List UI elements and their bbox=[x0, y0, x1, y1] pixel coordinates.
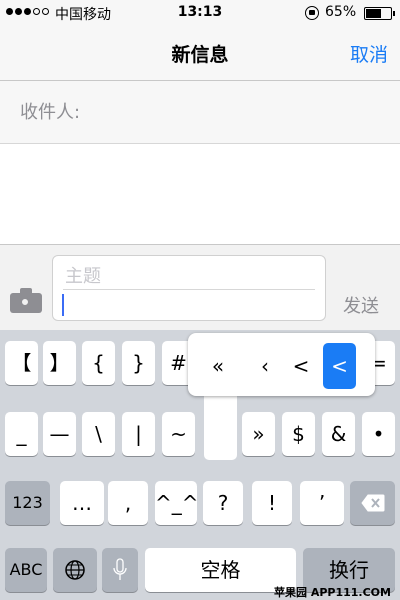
delete-key[interactable] bbox=[350, 481, 395, 525]
rotation-lock-icon bbox=[305, 6, 319, 20]
text-cursor bbox=[62, 294, 64, 316]
popup-stem bbox=[204, 392, 237, 460]
key-right-black-bracket[interactable]: 】 bbox=[43, 341, 76, 385]
key-left-brace[interactable]: { bbox=[82, 341, 115, 385]
microphone-icon bbox=[113, 558, 127, 580]
status-bar: 中国移动 13:13 65% bbox=[0, 0, 400, 28]
key-numbers-mode[interactable]: 123 bbox=[5, 481, 50, 525]
battery-percentage: 65% bbox=[325, 4, 357, 20]
recipient-field[interactable]: 收件人: bbox=[0, 81, 400, 143]
popup-option-selected[interactable]: < bbox=[323, 343, 356, 389]
popup-option-double-guillemet[interactable]: « bbox=[203, 343, 233, 389]
camera-icon[interactable] bbox=[10, 288, 42, 313]
popup-option-less-than[interactable]: < bbox=[286, 343, 316, 389]
dictation-key[interactable] bbox=[102, 548, 138, 592]
key-right-guillemet[interactable]: » bbox=[242, 412, 275, 456]
key-ellipsis[interactable]: … bbox=[60, 481, 104, 525]
key-pipe[interactable]: | bbox=[122, 412, 155, 456]
key-abc-mode[interactable]: ABC bbox=[5, 548, 47, 592]
compose-box[interactable]: 主题 bbox=[52, 255, 326, 321]
key-left-black-bracket[interactable]: 【 bbox=[5, 341, 38, 385]
page-title: 新信息 bbox=[171, 44, 229, 66]
recipient-label: 收件人: bbox=[20, 102, 81, 123]
battery-icon bbox=[364, 7, 395, 20]
key-em-dash[interactable]: — bbox=[43, 412, 76, 456]
key-comma[interactable]: , bbox=[108, 481, 148, 525]
key-question[interactable]: ? bbox=[203, 481, 243, 525]
key-backslash[interactable]: \ bbox=[82, 412, 115, 456]
key-tilde[interactable]: ~ bbox=[162, 412, 195, 456]
key-ampersand[interactable]: & bbox=[322, 412, 355, 456]
subject-divider bbox=[63, 289, 315, 290]
send-button[interactable]: 发送 bbox=[343, 292, 379, 318]
key-right-brace[interactable]: } bbox=[122, 341, 155, 385]
key-dollar[interactable]: $ bbox=[282, 412, 315, 456]
popup-option-single-guillemet[interactable]: ‹ bbox=[250, 343, 280, 389]
key-underscore[interactable]: _ bbox=[5, 412, 38, 456]
message-thread-area bbox=[0, 144, 400, 244]
globe-icon bbox=[65, 560, 85, 580]
backspace-icon bbox=[360, 494, 384, 512]
key-emoticon[interactable]: ^_^ bbox=[155, 481, 199, 525]
globe-key[interactable] bbox=[53, 548, 97, 592]
character-popup: « ‹ < < bbox=[188, 333, 375, 396]
key-bullet[interactable]: • bbox=[362, 412, 395, 456]
watermark: 苹果园 APP111.COM bbox=[274, 586, 391, 599]
cancel-button[interactable]: 取消 bbox=[350, 40, 388, 67]
compose-bar: 主题 发送 bbox=[0, 245, 400, 330]
subject-field[interactable]: 主题 bbox=[65, 262, 101, 288]
key-exclamation[interactable]: ! bbox=[252, 481, 292, 525]
key-apostrophe[interactable]: ’ bbox=[300, 481, 344, 525]
